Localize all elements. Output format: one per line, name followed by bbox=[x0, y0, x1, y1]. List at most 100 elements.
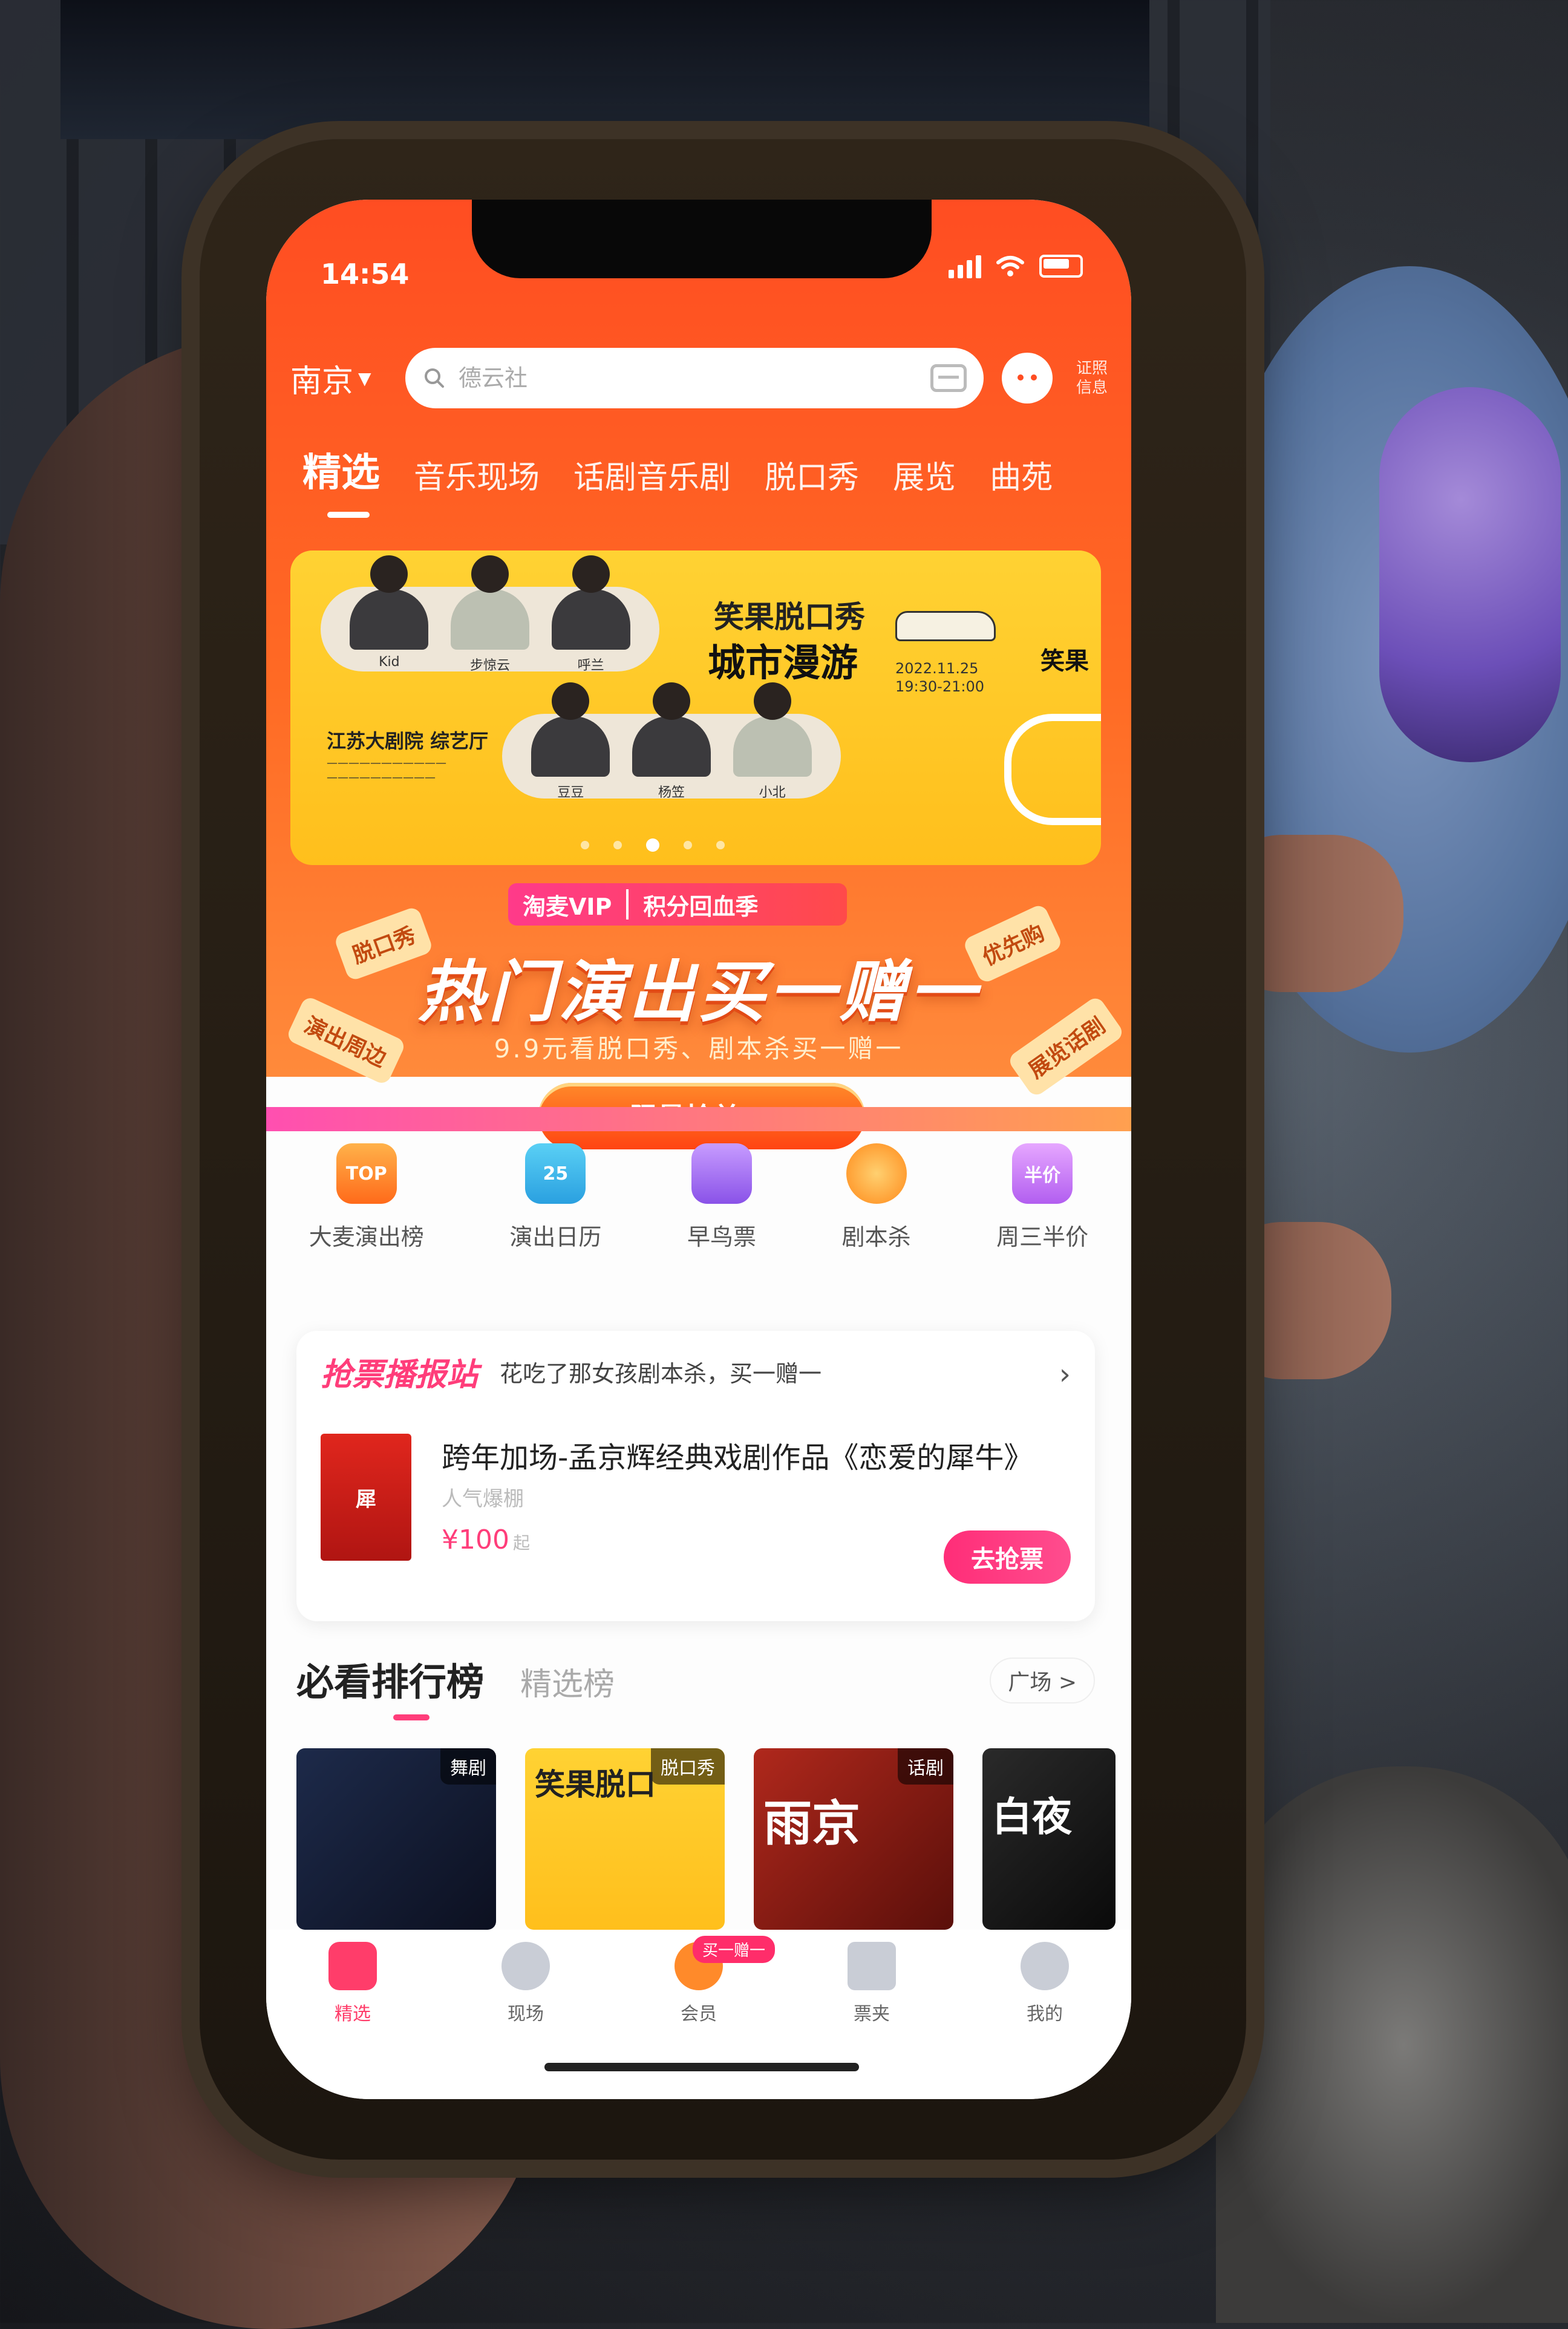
tabbar-vip[interactable]: 买一赠一 会员 bbox=[638, 1936, 776, 2099]
tab-drama-musical[interactable]: 话剧音乐剧 bbox=[573, 452, 731, 497]
ranking-card-word: 笑果脱口 bbox=[535, 1766, 656, 1802]
performer: 步惊云 bbox=[450, 555, 529, 673]
banner-date-time: 19:30-21:00 bbox=[895, 678, 984, 695]
plaza-link[interactable]: 广场 > bbox=[990, 1658, 1095, 1703]
carousel-dot-active[interactable] bbox=[646, 838, 659, 852]
banner-date: 2022.11.25 19:30-21:00 bbox=[895, 659, 984, 696]
quick-link-early-bird[interactable]: 早鸟票 bbox=[687, 1143, 756, 1252]
quick-link-rank[interactable]: TOP 大麦演出榜 bbox=[309, 1143, 424, 1252]
tab-featured[interactable]: 精选 bbox=[302, 442, 380, 518]
cert-info-link[interactable]: 证照信息 bbox=[1071, 359, 1113, 397]
computer-mouse bbox=[1379, 387, 1561, 762]
banner-address-lines: ——————————— —————————— bbox=[327, 757, 446, 784]
performer-name: 步惊云 bbox=[469, 658, 510, 673]
top-rank-icon: TOP bbox=[336, 1143, 397, 1204]
search-input[interactable] bbox=[457, 364, 920, 392]
performer: Kid bbox=[350, 555, 429, 671]
caret-down-icon: ▼ bbox=[358, 368, 371, 388]
search-icon bbox=[425, 368, 444, 388]
show-poster[interactable]: 犀 bbox=[321, 1434, 411, 1561]
ranking-card-badge: 话剧 bbox=[898, 1748, 953, 1785]
ranking-card[interactable]: 白夜 bbox=[982, 1748, 1116, 1930]
home-indicator[interactable] bbox=[544, 2063, 859, 2071]
live-icon bbox=[501, 1942, 550, 1990]
home-icon bbox=[328, 1942, 377, 1990]
season-label: 积分回血季 bbox=[643, 893, 759, 920]
banner-date-day: 2022.11.25 bbox=[895, 660, 979, 677]
show-price: ¥100 起 bbox=[442, 1524, 530, 1555]
decorative-arc bbox=[1004, 714, 1101, 825]
tab-opera[interactable]: 曲苑 bbox=[990, 452, 1053, 497]
show-tag: 人气爆棚 bbox=[442, 1487, 524, 1511]
tabbar-live[interactable]: 现场 bbox=[465, 1942, 586, 2099]
quick-link-calendar[interactable]: 25 演出日历 bbox=[509, 1143, 601, 1252]
message-icon[interactable] bbox=[1002, 353, 1053, 403]
bottom-tab-bar: 精选 现场 买一赠一 会员 票夹 我的 bbox=[266, 1930, 1131, 2099]
tabbar-ticket-wallet[interactable]: 票夹 bbox=[811, 1942, 932, 2099]
tab-featured-rank[interactable]: 精选榜 bbox=[520, 1659, 615, 1704]
early-bird-ticket-icon bbox=[691, 1143, 752, 1204]
performer-strip-bottom: 豆豆 杨笠 小北 bbox=[502, 682, 841, 800]
carousel-dot[interactable] bbox=[613, 841, 622, 849]
calendar-icon: 25 bbox=[525, 1143, 586, 1204]
scan-icon[interactable] bbox=[930, 364, 967, 392]
ranking-card-word: 白夜 bbox=[992, 1793, 1072, 1840]
city-selector[interactable]: 南京 ▼ bbox=[290, 356, 405, 401]
banner-venue: 江苏大剧院 综艺厅 bbox=[327, 730, 489, 753]
half-price-icon: 半价 bbox=[1012, 1143, 1073, 1204]
quick-link-label: 演出日历 bbox=[509, 1224, 602, 1250]
tabbar-label: 票夹 bbox=[854, 2004, 890, 2025]
wifi-icon bbox=[996, 256, 1024, 276]
show-title[interactable]: 跨年加场-孟京辉经典戏剧作品《恋爱的犀牛》 bbox=[442, 1434, 1071, 1476]
ranking-cards: 舞剧 脱口秀 笑果脱口 话剧 雨京 白夜 bbox=[296, 1748, 1116, 1930]
ticket-news-brand: 抢票播报站 bbox=[321, 1357, 479, 1393]
tab-music-live[interactable]: 音乐现场 bbox=[414, 452, 540, 497]
promo-subtitle: 9.9元看脱口秀、剧本杀买一赠一 bbox=[494, 1034, 904, 1063]
notch bbox=[472, 200, 932, 278]
status-icons bbox=[949, 254, 1083, 278]
tabbar-label: 我的 bbox=[1027, 2004, 1063, 2025]
vip-ribbon: 淘麦VIP 积分回血季 bbox=[508, 883, 847, 926]
ranking-card-word: 雨京 bbox=[763, 1795, 860, 1852]
tabbar-profile[interactable]: 我的 bbox=[984, 1942, 1105, 2099]
car-illustration bbox=[895, 611, 996, 641]
performer: 杨笠 bbox=[632, 682, 711, 800]
profile-icon bbox=[1021, 1942, 1069, 1990]
ranking-header: 必看排行榜 精选榜 广场 > bbox=[296, 1651, 1095, 1720]
ranking-card[interactable]: 脱口秀 笑果脱口 bbox=[525, 1748, 725, 1930]
carousel-dot[interactable] bbox=[581, 841, 589, 849]
chevron-right-icon[interactable]: › bbox=[1059, 1357, 1071, 1391]
performer-name: 呼兰 bbox=[577, 658, 604, 673]
banner-logo: 笑果 bbox=[1040, 647, 1089, 675]
ticket-wallet-icon bbox=[848, 1942, 896, 1990]
script-game-icon bbox=[846, 1143, 907, 1204]
category-tabs: 精选 音乐现场 话剧音乐剧 脱口秀 展览 曲苑 bbox=[302, 442, 1131, 518]
tab-exhibition[interactable]: 展览 bbox=[893, 452, 956, 497]
quick-link-label: 大麦演出榜 bbox=[309, 1224, 424, 1250]
promo-section[interactable]: 淘麦VIP 积分回血季 脱口秀 演出周边 优先购 展览话剧 热门演出买一赠一 9… bbox=[266, 877, 1131, 1149]
search-bar[interactable] bbox=[405, 348, 984, 408]
ranking-card[interactable]: 话剧 雨京 bbox=[754, 1748, 953, 1930]
performer-name: 杨笠 bbox=[658, 785, 685, 800]
carousel-dot[interactable] bbox=[716, 841, 725, 849]
grab-ticket-button[interactable]: 去抢票 bbox=[944, 1530, 1071, 1584]
performer: 呼兰 bbox=[551, 555, 630, 673]
ticket-news-header: 抢票播报站 花吃了那女孩剧本杀，买一赠一 bbox=[321, 1349, 822, 1394]
city-label: 南京 bbox=[290, 363, 354, 400]
quick-link-script-game[interactable]: 剧本杀 bbox=[842, 1143, 911, 1252]
carousel-dot[interactable] bbox=[684, 841, 692, 849]
ranking-card[interactable]: 舞剧 bbox=[296, 1748, 496, 1930]
quick-link-label: 早鸟票 bbox=[687, 1224, 756, 1250]
tab-must-see-rank[interactable]: 必看排行榜 bbox=[296, 1651, 484, 1720]
performer: 豆豆 bbox=[531, 682, 610, 800]
ticket-news-card[interactable]: 抢票播报站 花吃了那女孩剧本杀，买一赠一 › 犀 跨年加场-孟京辉经典戏剧作品《… bbox=[296, 1331, 1095, 1621]
signal-icon bbox=[949, 254, 981, 278]
quick-link-half-price[interactable]: 半价 周三半价 bbox=[996, 1143, 1088, 1252]
ranking-card-badge: 舞剧 bbox=[440, 1748, 496, 1785]
tab-standup[interactable]: 脱口秀 bbox=[765, 452, 859, 497]
price-value: ¥100 bbox=[442, 1524, 509, 1555]
hero-banner[interactable]: Kid 步惊云 呼兰 笑果脱口秀 城市漫游 2022.11.25 19:30-2… bbox=[290, 550, 1101, 865]
performer: 小北 bbox=[733, 682, 812, 800]
top-header: 南京 ▼ 证照信息 bbox=[290, 345, 1113, 411]
tabbar-featured[interactable]: 精选 bbox=[292, 1942, 413, 2099]
